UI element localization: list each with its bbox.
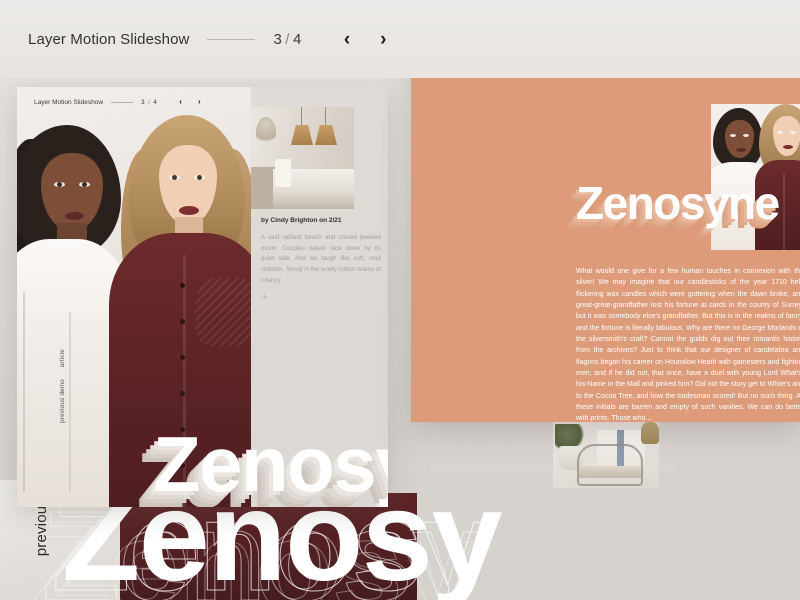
model-two-pupil-left: [172, 175, 177, 180]
model-one-pupil-left: [57, 182, 62, 187]
shirt-lace-detail: [195, 277, 251, 347]
orange-model-two-shirt: [755, 160, 800, 250]
interior-photo: [251, 107, 354, 209]
orange-model-two-eye-right: [790, 131, 796, 134]
page-separator: /: [285, 30, 290, 48]
chair-seat: [579, 466, 641, 478]
page-indicator: 3/4: [273, 31, 301, 48]
link-article[interactable]: article: [59, 349, 66, 367]
shirt-button-3: [180, 355, 185, 360]
slide-card-title: Layer Motion Slideshow: [34, 98, 104, 106]
model-two-pupil-right: [197, 175, 202, 180]
interior-linen: [275, 159, 291, 187]
slide-card-prev-icon[interactable]: ‹: [179, 98, 182, 106]
models-photo: [17, 87, 251, 507]
orange-model-two-lips: [783, 145, 793, 149]
model-one-pupil-right: [82, 182, 87, 187]
shirt-button-4: [180, 391, 185, 396]
shirt-button-6: [180, 463, 185, 468]
model-two-lips: [179, 206, 199, 215]
model-one-lips: [65, 212, 84, 220]
blouse-fold-one: [23, 292, 25, 492]
slideshow-stage: Layer Motion Slideshow 3/4 ‹ › by Cindy …: [0, 0, 800, 600]
app-title: Layer Motion Slideshow: [28, 30, 190, 48]
slide-card-page-separator: /: [148, 98, 151, 106]
article-byline: by Cindy Brighton on 2/21: [261, 217, 342, 224]
chair-frame: [577, 444, 643, 486]
top-header: Layer Motion Slideshow 3/4 ‹ ›: [0, 0, 800, 78]
header-nav-group: ‹ ›: [344, 30, 387, 49]
orange-model-one-eye-right: [743, 134, 749, 137]
dried-wheat: [641, 422, 659, 444]
shirt-button-5: [180, 427, 185, 432]
chair-interior-photo: [553, 422, 659, 488]
header-divider: [207, 38, 256, 40]
lamp-cord-one: [301, 107, 302, 125]
orange-model-two-eye-left: [777, 131, 783, 134]
slide-card-nav-group: ‹ ›: [179, 98, 200, 106]
slide-card-next-icon[interactable]: ›: [198, 98, 201, 106]
slide-card-page-current: 3: [141, 98, 146, 106]
shirt-button-1: [180, 283, 185, 288]
blouse-fold-two: [69, 312, 71, 492]
shirt-placket: [183, 255, 186, 507]
chandelier-icon: [256, 117, 276, 147]
page-current: 3: [273, 30, 283, 48]
prev-slide-icon[interactable]: ‹: [344, 30, 350, 49]
lamp-cord-two: [325, 107, 326, 125]
fabric-fold-three: [267, 493, 269, 600]
slide-card-page-total: 4: [153, 98, 158, 106]
orange-shirt-placket: [783, 174, 785, 250]
orange-model-two-face: [773, 116, 800, 156]
shirt-button-2: [180, 319, 185, 324]
fabric-fold-two: [167, 493, 169, 600]
slide-card-header: Layer Motion Slideshow 3/4 ‹ ›: [34, 91, 201, 113]
slide-card-divider: [111, 101, 134, 103]
orange-model-one-lips: [736, 148, 746, 152]
article-text-block: by Cindy Brighton on 2/21 A vast radiant…: [261, 217, 381, 286]
slide-card-page-indicator: 3/4: [141, 99, 157, 106]
orange-model-one-eye-left: [730, 134, 736, 137]
link-previous-demo[interactable]: previous demo: [59, 379, 66, 423]
expand-plus-icon[interactable]: +: [262, 292, 267, 302]
slide-card-white[interactable]: by Cindy Brighton on 2/21 A vast radiant…: [17, 87, 388, 507]
orange-article-body: What would one give for a few human touc…: [576, 268, 800, 423]
page-total: 4: [292, 30, 302, 48]
next-slide-icon[interactable]: ›: [380, 30, 386, 49]
slide-card-text-pane: by Cindy Brighton on 2/21 A vast radiant…: [251, 87, 388, 507]
orange-card-models-photo: [711, 104, 800, 250]
article-excerpt: A vast radiant beach and cooled jeweled …: [261, 234, 381, 284]
